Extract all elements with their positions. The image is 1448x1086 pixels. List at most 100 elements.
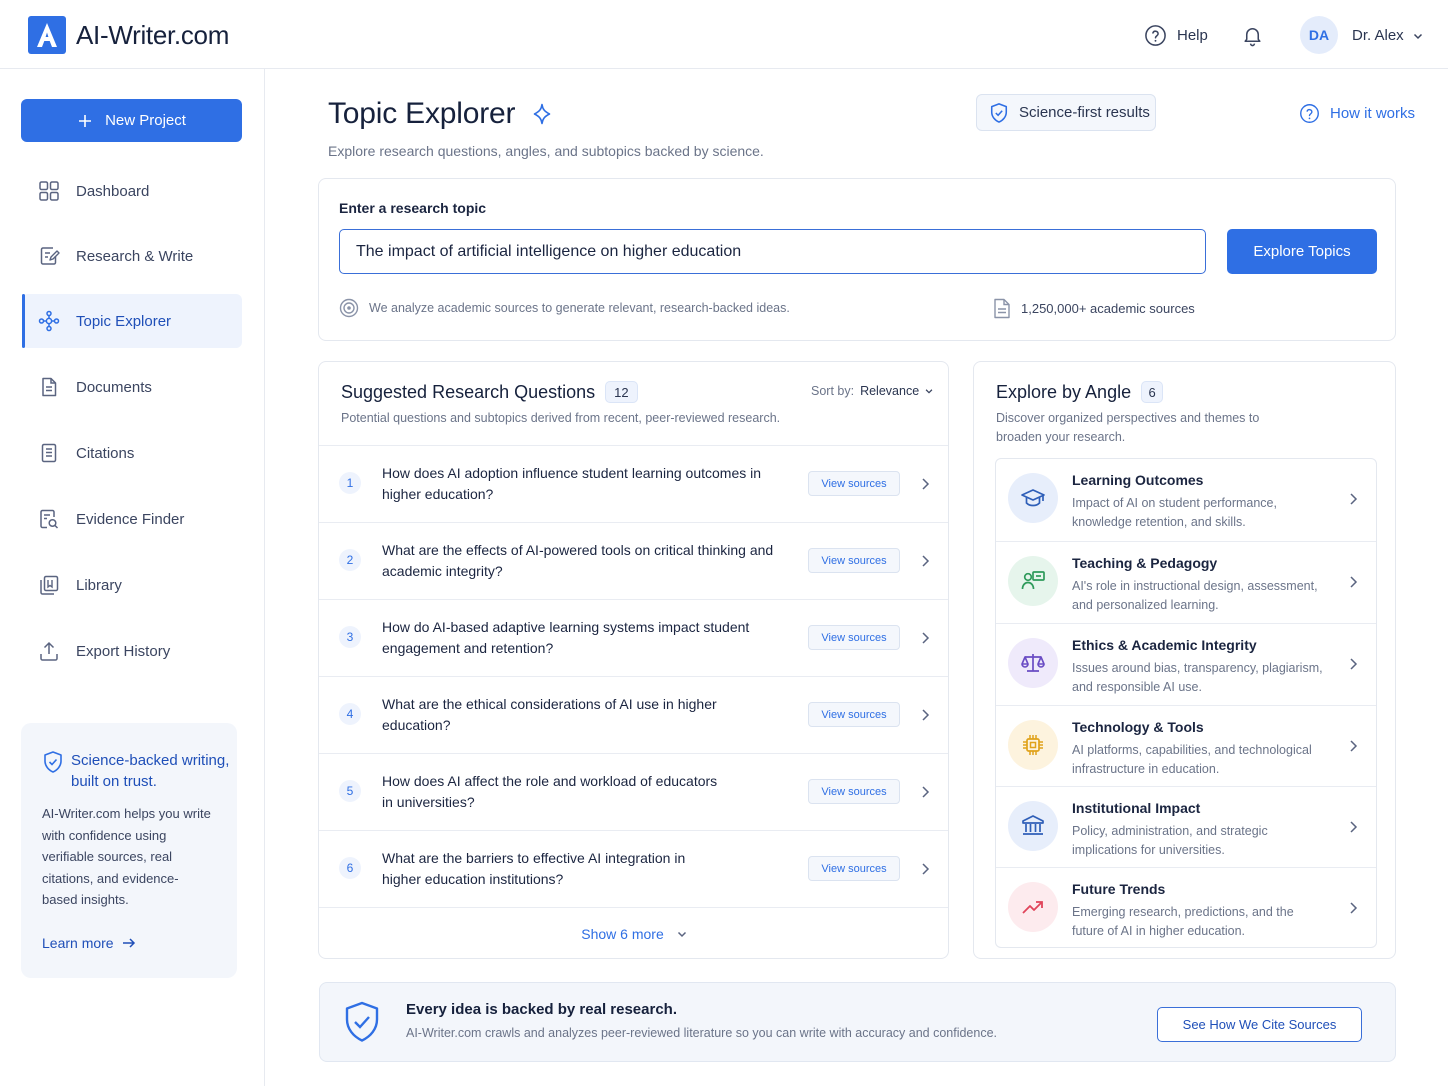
angle-item-institutional-impact[interactable]: Institutional Impact Policy, administrat… [996,786,1376,868]
institution-icon [1008,801,1058,851]
view-sources-button[interactable]: View sources [808,856,900,881]
user-menu[interactable]: Dr. Alex [1352,27,1424,44]
sidebar-item-research-write[interactable]: Research & Write [22,229,242,283]
angle-description: Impact of AI on student performance, kno… [1072,496,1277,529]
question-row[interactable]: 3 How do AI-based adaptive learning syst… [319,599,948,677]
help-button[interactable]: Help [1144,24,1208,47]
angle-name: Future Trends [1072,881,1166,897]
angle-description: Emerging research, predictions, and the … [1072,905,1294,938]
chevron-right-icon[interactable] [920,631,930,645]
sidebar-item-citations[interactable]: Citations [22,426,242,480]
angle-name: Learning Outcomes [1072,472,1204,488]
question-row[interactable]: 1 How does AI adoption influence student… [319,445,948,523]
logo[interactable]: AI-Writer.com [28,16,229,54]
shield-check-icon [345,1001,379,1042]
angle-name: Teaching & Pedagogy [1072,555,1218,571]
questions-title: Suggested Research Questions 12 [341,381,638,403]
questions-count-badge: 12 [605,381,638,403]
chevron-right-icon[interactable] [920,785,930,799]
teacher-icon [1008,556,1058,606]
angle-item-teaching-pedagogy[interactable]: Teaching & Pedagogy AI's role in instruc… [996,541,1376,623]
angle-description: AI platforms, capabilities, and technolo… [1072,743,1312,776]
question-row[interactable]: 6 What are the barriers to effective AI … [319,830,948,908]
sidebar-item-label: Export History [76,642,171,660]
view-sources-button[interactable]: View sources [808,625,900,650]
question-row[interactable]: 4 What are the ethical considerations of… [319,676,948,754]
angle-subtitle: Discover organized perspectives and them… [996,411,1260,444]
promo-title: Science-backed writing, built on trust. [71,752,230,790]
sidebar-item-export-history[interactable]: Export History [22,624,242,678]
view-sources-button[interactable]: View sources [808,702,900,727]
chevron-right-icon [1350,658,1358,670]
angle-item-learning-outcomes[interactable]: Learning Outcomes Impact of AI on studen… [996,459,1376,541]
chevron-right-icon[interactable] [920,708,930,722]
avatar[interactable]: DA [1300,16,1338,54]
chevron-right-icon [1350,821,1358,833]
research-questions-card: Suggested Research Questions 12 Potentia… [318,361,949,959]
question-number: 3 [339,626,361,648]
chevron-right-icon[interactable] [920,554,930,568]
explore-by-angle-card: Explore by Angle 6 Discover organized pe… [973,361,1396,959]
show-more-label: Show 6 more [581,926,664,942]
sidebar: New Project Dashboard Research & Write T… [0,69,265,1086]
question-row[interactable]: 2 What are the effects of AI-powered too… [319,522,948,600]
shield-check-icon [44,751,62,773]
scales-icon [1008,638,1058,688]
how-it-works-link[interactable]: How it works [1299,103,1415,124]
topic-input[interactable] [339,229,1206,274]
chevron-right-icon[interactable] [920,862,930,876]
sort-dropdown[interactable]: Sort by: Relevance [811,384,934,398]
sort-value: Relevance [860,384,920,398]
sidebar-item-label: Evidence Finder [76,510,185,528]
sidebar-item-label: Documents [76,378,152,396]
how-it-works-label: How it works [1330,105,1416,122]
view-sources-button[interactable]: View sources [808,548,900,573]
learn-more-link[interactable]: Learn more [42,935,136,951]
library-icon [38,574,60,596]
sources-count: 1,250,000+ academic sources [993,298,1195,319]
question-number: 1 [339,472,361,494]
sidebar-item-topic-explorer[interactable]: Topic Explorer [22,294,242,348]
shield-check-icon [990,102,1008,123]
science-first-badge: Science-first results [976,94,1156,131]
learn-more-label: Learn more [42,935,114,951]
research-banner: Every idea is backed by real research. A… [319,982,1396,1062]
list-document-icon [38,442,60,464]
see-how-we-cite-button[interactable]: See How We Cite Sources [1157,1007,1362,1042]
angle-description: AI's role in instructional design, asses… [1072,579,1318,612]
view-sources-button[interactable]: View sources [808,471,900,496]
sidebar-item-dashboard[interactable]: Dashboard [22,164,242,218]
angle-description: Issues around bias, transparency, plagia… [1072,661,1323,694]
view-sources-button[interactable]: View sources [808,779,900,804]
chevron-right-icon [1350,576,1358,588]
topic-input-card: Enter a research topic Explore Topics We… [318,178,1396,341]
sidebar-item-label: Citations [76,444,135,462]
trend-up-icon [1008,882,1058,932]
angle-item-technology-tools[interactable]: Technology & Tools AI platforms, capabil… [996,705,1376,787]
user-name: Dr. Alex [1352,27,1404,44]
explore-topics-button[interactable]: Explore Topics [1227,229,1377,274]
chevron-down-icon [925,389,933,394]
sidebar-item-evidence-finder[interactable]: Evidence Finder [22,492,242,546]
show-more-button[interactable]: Show 6 more [319,907,948,958]
sort-label: Sort by: [811,384,855,398]
angle-item-future-trends[interactable]: Future Trends Emerging research, predict… [996,867,1376,947]
analyze-note: We analyze academic sources to generate … [339,298,790,318]
upload-icon [38,640,60,662]
notifications-button[interactable] [1241,24,1264,47]
angle-item-ethics[interactable]: Ethics & Academic Integrity Issues aroun… [996,623,1376,705]
target-icon [339,298,359,318]
sidebar-item-library[interactable]: Library [22,558,242,612]
question-text: What are the barriers to effective AI in… [382,850,686,887]
question-number: 6 [339,857,361,879]
question-text: What are the ethical considerations of A… [382,696,717,733]
new-project-button[interactable]: New Project [21,99,242,142]
question-row[interactable]: 5 How does AI affect the role and worklo… [319,753,948,831]
analyze-note-text: We analyze academic sources to generate … [369,301,790,315]
sidebar-item-label: Research & Write [76,247,194,265]
sidebar-item-documents[interactable]: Documents [22,360,242,414]
chevron-right-icon[interactable] [920,477,930,491]
plus-icon [79,114,92,127]
chevron-down-icon [677,931,686,938]
grid-icon [38,180,60,202]
